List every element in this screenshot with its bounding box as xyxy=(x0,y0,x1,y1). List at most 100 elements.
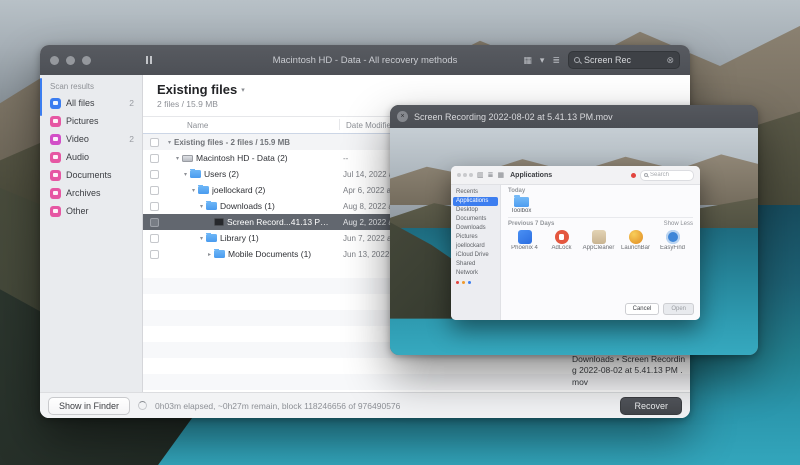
folder-label: Toolbox xyxy=(510,208,532,214)
chevron-down-icon[interactable]: ▾ xyxy=(173,155,182,162)
movie-file-icon xyxy=(214,218,224,226)
row-name: joellockard (2) xyxy=(212,185,266,195)
window-title: Macintosh HD - Data - All recovery metho… xyxy=(272,54,458,66)
sidebar-item-label: Audio xyxy=(66,152,90,162)
chevron-down-icon[interactable]: ▾ xyxy=(189,187,198,194)
sidebar-item-documents[interactable]: Documents xyxy=(40,166,142,184)
row-name: Downloads (1) xyxy=(220,201,275,211)
row-checkbox[interactable] xyxy=(149,169,159,179)
sidebar-item-all-files[interactable]: All files 2 xyxy=(40,94,142,112)
finder-grid-view-icon: ▦ xyxy=(497,171,505,179)
video-icon xyxy=(50,133,61,145)
audio-icon xyxy=(50,151,61,163)
finder-app-item: AdLock xyxy=(545,230,578,251)
finder-sidebar: Recents Applications Desktop Documents D… xyxy=(451,185,501,320)
folder-icon xyxy=(190,169,201,178)
chevron-down-icon[interactable]: ▾ xyxy=(197,203,206,210)
finder-app-item: Phoenix 4 xyxy=(508,230,541,251)
show-in-finder-button[interactable]: Show in Finder xyxy=(48,396,131,415)
sidebar-item-other[interactable]: Other xyxy=(40,202,142,220)
finder-search-field: Search xyxy=(640,169,694,181)
finder-sidebar-toggle-icon: ▥ xyxy=(477,171,484,179)
row-checkbox[interactable] xyxy=(149,153,159,163)
search-clear-icon[interactable]: ⊗ xyxy=(666,55,674,66)
sidebar-item-label: Video xyxy=(66,134,89,144)
finder-tag-dots xyxy=(453,278,498,284)
row-checkbox[interactable] xyxy=(149,249,159,259)
file-details-text: Downloads • Screen Recording 2022-08-02 … xyxy=(572,353,686,387)
row-name: Library (1) xyxy=(220,233,259,243)
search-icon xyxy=(644,173,648,177)
show-less-link: Show Less xyxy=(663,221,693,227)
app-label: EasyFind xyxy=(659,245,685,251)
app-icon-box xyxy=(591,230,606,244)
cancel-button: Cancel xyxy=(624,303,660,315)
finder-toolbar: ▥ ≣ ▦ Applications Search xyxy=(451,166,700,185)
drive-icon xyxy=(182,154,193,162)
row-checkbox[interactable] xyxy=(149,217,159,227)
sidebar-item-pictures[interactable]: Pictures xyxy=(40,112,142,130)
preview-titlebar[interactable]: × Screen Recording 2022-08-02 at 5.41.13… xyxy=(390,105,758,128)
main-titlebar[interactable]: Macintosh HD - Data - All recovery metho… xyxy=(40,45,690,75)
sidebar-item-label: Archives xyxy=(66,188,101,198)
finder-sidebar-item: Recents xyxy=(456,189,479,195)
sidebar-accent-indicator xyxy=(40,78,42,116)
recorded-finder-window: ▥ ≣ ▦ Applications Search Recents Applic… xyxy=(451,166,700,320)
app-icon-gold xyxy=(628,230,643,244)
finder-app-item: AppCleaner xyxy=(582,230,615,251)
grid-view-icon[interactable]: ▦ xyxy=(523,55,532,65)
list-view-icon[interactable]: ≣ xyxy=(552,55,560,65)
page-title: Existing files xyxy=(157,82,238,97)
folder-icon xyxy=(198,185,209,194)
sidebar-item-video[interactable]: Video 2 xyxy=(40,130,142,148)
sidebar-item-audio[interactable]: Audio xyxy=(40,148,142,166)
row-checkbox[interactable] xyxy=(149,137,159,147)
row-checkbox[interactable] xyxy=(149,185,159,195)
row-checkbox[interactable] xyxy=(149,201,159,211)
zoom-button[interactable] xyxy=(82,55,91,65)
all-files-icon xyxy=(50,97,61,109)
finder-sidebar-item: joellockard xyxy=(456,243,485,249)
app-label: Phoenix 4 xyxy=(511,245,538,251)
recover-button[interactable]: Recover xyxy=(620,396,682,415)
app-label: AdLock xyxy=(551,245,572,251)
scan-results-sidebar: Scan results All files 2 Pictures Video … xyxy=(40,75,143,392)
finder-search-placeholder: Search xyxy=(650,172,670,178)
minimize-button[interactable] xyxy=(66,55,75,65)
sidebar-item-label: Pictures xyxy=(66,116,99,126)
main-footer: Show in Finder 0h03m elapsed, ~0h27m rem… xyxy=(40,392,690,418)
group-row-label: Existing files - 2 files / 15.9 MB xyxy=(174,137,291,147)
chevron-down-icon[interactable]: ▾ xyxy=(197,235,206,242)
finder-app-grid: Phoenix 4 AdLock AppCleaner LaunchBar Ea… xyxy=(508,230,693,251)
view-options-caret-icon[interactable]: ▾ xyxy=(540,55,545,65)
app-label: LaunchBar xyxy=(620,245,651,251)
chevron-right-icon[interactable]: ▸ xyxy=(205,251,214,258)
pictures-icon xyxy=(50,115,61,127)
dialog-buttons: Cancel Open xyxy=(624,303,694,315)
finder-list-view-icon: ≣ xyxy=(487,171,494,179)
chevron-down-icon[interactable]: ▾ xyxy=(165,139,174,146)
close-button[interactable] xyxy=(50,55,59,65)
traffic-lights[interactable] xyxy=(50,55,91,65)
column-name[interactable]: Name xyxy=(187,121,208,130)
chevron-down-icon[interactable]: ▾ xyxy=(181,171,190,178)
close-icon[interactable]: × xyxy=(397,111,408,122)
sidebar-item-label: Other xyxy=(66,206,89,216)
open-button: Open xyxy=(663,303,694,315)
search-input[interactable]: Screen Rec ⊗ xyxy=(568,51,680,69)
finder-sidebar-item: Downloads xyxy=(456,225,486,231)
sidebar-item-archives[interactable]: Archives xyxy=(40,184,142,202)
title-chevron-down-icon[interactable]: ▾ xyxy=(241,86,245,94)
finder-sidebar-item: iCloud Drive xyxy=(456,252,489,258)
finder-folder-item: Toolbox xyxy=(508,195,534,214)
progress-spinner-icon xyxy=(138,401,148,410)
column-date-modified[interactable]: Date Modified xyxy=(339,119,395,130)
search-value[interactable]: Screen Rec xyxy=(584,55,662,65)
other-icon xyxy=(50,205,61,217)
folder-icon xyxy=(214,249,225,258)
pause-scan-icon[interactable] xyxy=(146,56,152,64)
row-checkbox[interactable] xyxy=(149,233,159,243)
finder-location-title: Applications xyxy=(510,171,553,179)
quicklook-preview-window: × Screen Recording 2022-08-02 at 5.41.13… xyxy=(390,105,758,355)
row-name: Screen Record...41.13 PM.mov xyxy=(227,217,331,227)
